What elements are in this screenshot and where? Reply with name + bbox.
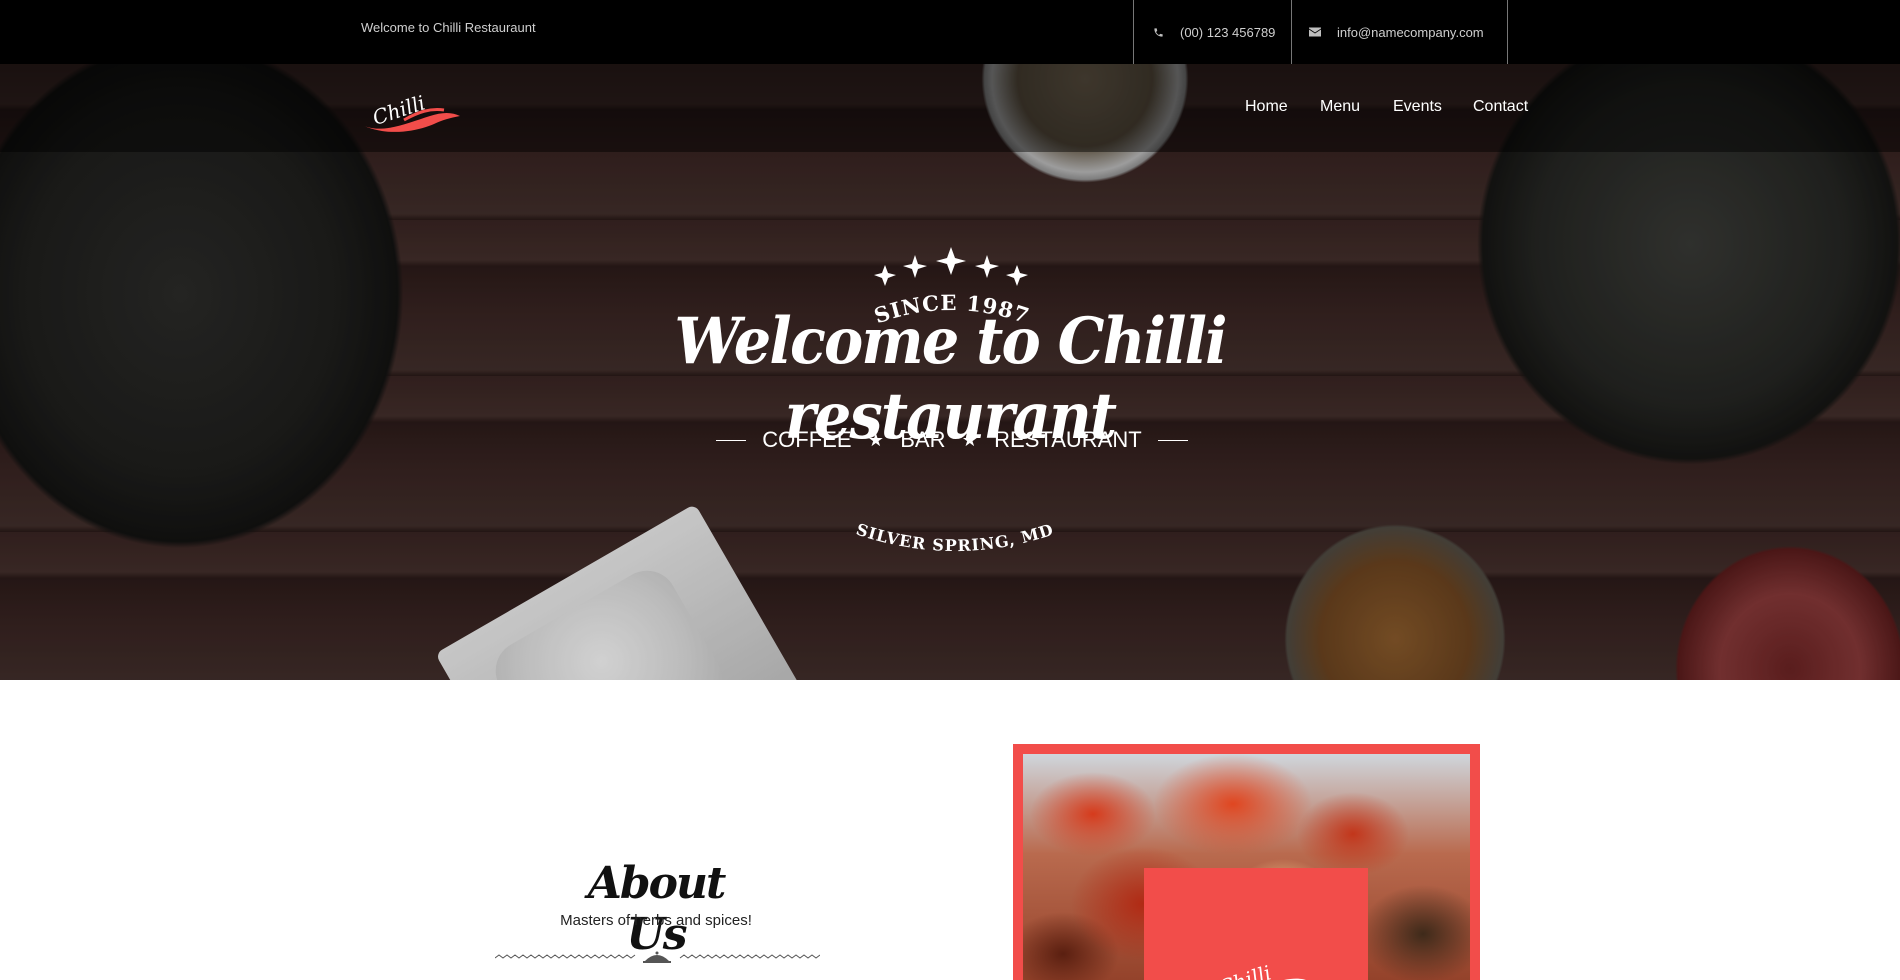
food-photo: Chilli (1023, 754, 1470, 980)
top-bar: Welcome to Chilli Restauraunt (00) 123 4… (0, 0, 1900, 64)
about-photo-frame: Chilli (1013, 744, 1480, 980)
tagline-restaurant: RESTAURANT (994, 427, 1142, 452)
about-subtitle: Masters of herbs and spices! (560, 912, 752, 929)
email-address: info@namecompany.com (1337, 24, 1484, 40)
tagline-rule-right (1157, 439, 1188, 441)
phone-contact[interactable]: (00) 123 456789 (1133, 0, 1291, 64)
about-divider (495, 951, 820, 963)
location-badge: SILVER SPRING, MD (854, 520, 1056, 555)
svg-text:SILVER SPRING, MD: SILVER SPRING, MD (854, 520, 1056, 555)
hero-tagline: COFFEE ★ BAR ★ RESTAURANT (716, 422, 1188, 458)
phone-number: (00) 123 456789 (1180, 24, 1276, 40)
badge-logo-text: Chilli (1215, 960, 1274, 980)
tagline-rule-left (716, 439, 746, 441)
star-icon: ★ (961, 429, 978, 450)
logo-badge: Chilli (1144, 868, 1368, 980)
about-title: About Us (587, 858, 727, 960)
about-section: About Us Masters of herbs and spices! Ch… (0, 680, 1900, 980)
stars-icon (874, 247, 1028, 286)
tagline-bar: BAR (900, 427, 946, 452)
welcome-text: Welcome to Chilli Restauraunt (361, 20, 536, 35)
phone-icon (1151, 25, 1165, 39)
hero-content: SINCE 1987 Welcome to Chilli restaurant … (0, 64, 1900, 680)
envelope-icon (1308, 25, 1322, 39)
location-text: SILVER SPRING, MD (854, 520, 1055, 555)
cloche-icon (643, 951, 671, 963)
tagline-coffee: COFFEE (762, 427, 852, 452)
email-contact[interactable]: info@namecompany.com (1291, 0, 1508, 64)
star-icon: ★ (867, 429, 884, 450)
